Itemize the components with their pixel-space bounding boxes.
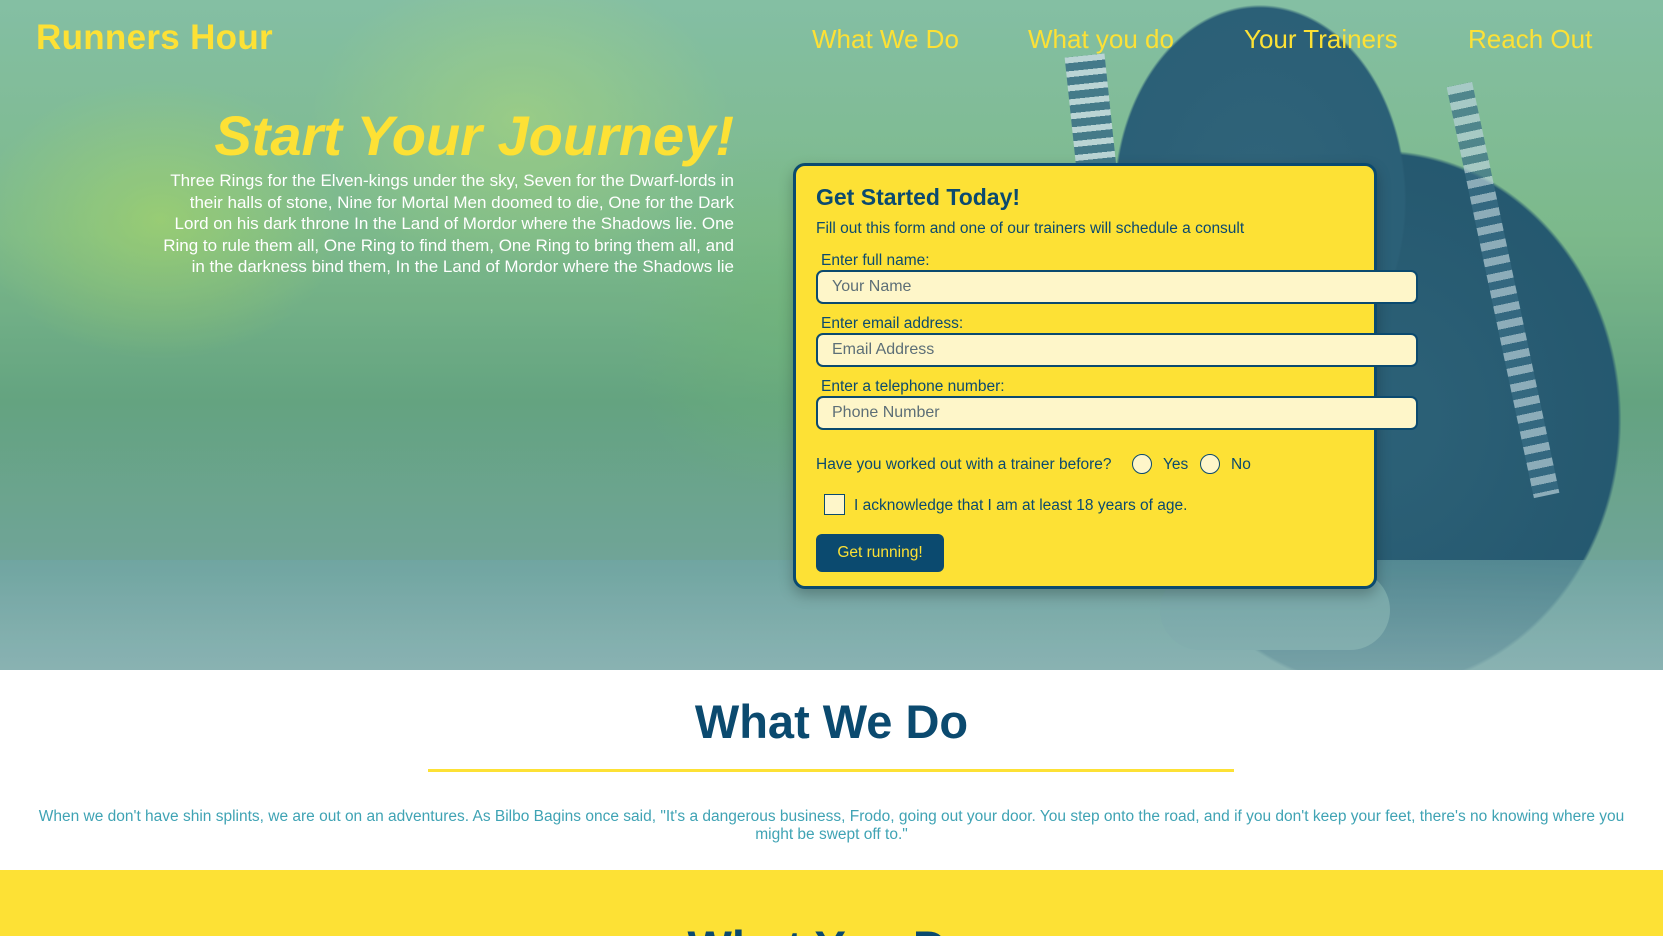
what-you-do-section: What You Do bbox=[0, 870, 1663, 936]
name-input[interactable] bbox=[816, 270, 1418, 304]
age-checkbox-label: I acknowledge that I am at least 18 year… bbox=[854, 497, 1188, 514]
section-divider bbox=[428, 769, 1234, 772]
form-subtitle: Fill out this form and one of our traine… bbox=[816, 220, 1245, 237]
email-label: Enter email address: bbox=[821, 315, 964, 332]
age-checkbox[interactable] bbox=[824, 494, 845, 515]
radio-yes-label: Yes bbox=[1163, 456, 1189, 473]
nav-link-what-you-do[interactable]: What you do bbox=[1028, 24, 1174, 55]
form-title: Get Started Today! bbox=[816, 184, 1021, 210]
radio-no-label: No bbox=[1231, 456, 1251, 473]
hero-text: Three Rings for the Elven-kings under th… bbox=[163, 171, 734, 276]
what-we-do-text: When we don't have shin splints, we are … bbox=[38, 808, 1625, 843]
hero-section: Runners Hour What We Do What you do Your… bbox=[0, 0, 1663, 670]
phone-label: Enter a telephone number: bbox=[821, 378, 1005, 395]
main-nav: What We Do What you do Your Trainers Rea… bbox=[0, 24, 1663, 60]
email-input[interactable] bbox=[816, 333, 1418, 367]
what-we-do-title: What We Do bbox=[694, 695, 969, 748]
signup-form: Get Started Today! Fill out this form an… bbox=[793, 163, 1418, 589]
radio-yes[interactable] bbox=[1132, 454, 1152, 474]
nav-link-what-we-do[interactable]: What We Do bbox=[812, 24, 959, 55]
hero-title: Start Your Journey! bbox=[214, 104, 734, 167]
radio-no[interactable] bbox=[1200, 454, 1220, 474]
what-you-do-title: What You Do bbox=[0, 920, 1663, 936]
get-running-button[interactable]: Get running! bbox=[816, 534, 944, 572]
name-label: Enter full name: bbox=[821, 252, 930, 269]
nav-link-reach-out[interactable]: Reach Out bbox=[1468, 24, 1592, 55]
nav-link-your-trainers[interactable]: Your Trainers bbox=[1244, 24, 1398, 55]
phone-input[interactable] bbox=[816, 396, 1418, 430]
trainer-question: Have you worked out with a trainer befor… bbox=[816, 456, 1112, 473]
